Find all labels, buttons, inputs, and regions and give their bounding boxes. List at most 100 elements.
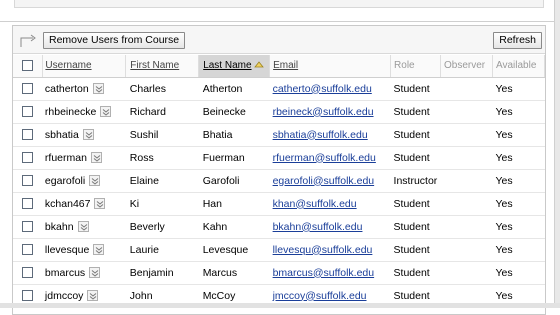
col-username[interactable]: Username	[42, 55, 127, 78]
col-first-name[interactable]: First Name	[125, 55, 200, 78]
last-name-cell: Atherton	[198, 77, 270, 101]
users-list-panel: Remove Users from Course Refresh Usernam…	[12, 25, 546, 315]
row-select-cell	[13, 192, 43, 216]
remove-users-button[interactable]: Remove Users from Course	[43, 32, 186, 49]
username-cell: catherton	[42, 77, 126, 101]
context-menu-icon[interactable]	[100, 106, 112, 118]
email-link[interactable]: egarofoli@suffolk.edu	[273, 175, 375, 187]
context-menu-icon[interactable]	[77, 221, 89, 233]
context-menu-icon[interactable]	[94, 198, 106, 210]
row-checkbox[interactable]	[22, 106, 34, 118]
observer-cell	[440, 261, 493, 285]
context-menu-icon[interactable]	[89, 267, 101, 279]
table-row: kchan467 Ki Han khan@suffolk.edu Student Yes	[13, 192, 545, 216]
username: bkahn	[44, 220, 74, 233]
email-link[interactable]: bmarcus@suffolk.edu	[273, 267, 375, 279]
col-last-name-label[interactable]: Last Name	[203, 60, 251, 71]
horizontal-scrollbar[interactable]	[0, 303, 560, 308]
col-observer: Observer	[440, 55, 493, 78]
email-link[interactable]: rfuerman@suffolk.edu	[273, 152, 376, 164]
row-checkbox[interactable]	[22, 198, 34, 210]
observer-cell	[440, 123, 493, 147]
sort-ascending-icon	[253, 60, 264, 71]
context-menu-icon[interactable]	[93, 244, 105, 256]
first-name-cell: Richard	[125, 100, 199, 124]
username-cell: bmarcus	[42, 261, 126, 285]
username-cell: rfuerman	[42, 146, 126, 170]
email-link[interactable]: rbeineck@suffolk.edu	[273, 106, 374, 118]
col-email[interactable]: Email	[269, 55, 392, 78]
username: llevesque	[44, 243, 90, 256]
available-cell: Yes	[492, 238, 545, 262]
row-select-cell	[13, 238, 43, 262]
context-menu-icon[interactable]	[82, 129, 94, 141]
observer-cell	[440, 146, 493, 170]
row-checkbox[interactable]	[22, 175, 34, 187]
row-select-cell	[13, 77, 43, 101]
table-row: bmarcus Benjamin Marcus bmarcus@suffolk.edu…	[13, 261, 545, 285]
email-link[interactable]: khan@suffolk.edu	[273, 198, 357, 210]
col-first-name-label[interactable]: First Name	[130, 60, 179, 71]
username-cell: bkahn	[42, 215, 126, 239]
row-select-cell	[13, 261, 43, 285]
last-name-cell: Marcus	[198, 261, 270, 285]
first-name-cell: Charles	[125, 77, 199, 101]
row-checkbox[interactable]	[22, 267, 34, 279]
context-menu-icon[interactable]	[90, 152, 102, 164]
email-link[interactable]: sbhatia@suffolk.edu	[273, 129, 368, 141]
username: jdmccoy	[44, 289, 84, 302]
role-cell: Student	[390, 77, 441, 101]
context-menu-icon[interactable]	[92, 83, 104, 95]
email-cell: llevesqu@suffolk.edu	[269, 238, 391, 262]
row-select-cell	[13, 215, 43, 239]
first-name-cell: Ross	[125, 146, 199, 170]
context-menu-icon[interactable]	[87, 290, 99, 302]
observer-cell	[440, 169, 493, 193]
role-cell: Instructor	[390, 169, 441, 193]
context-menu-icon[interactable]	[89, 175, 101, 187]
select-all-checkbox[interactable]	[22, 60, 34, 72]
first-name-cell: Benjamin	[125, 261, 199, 285]
first-name-cell: Beverly	[125, 215, 199, 239]
email-link[interactable]: bkahn@suffolk.edu	[273, 221, 363, 233]
email-cell: khan@suffolk.edu	[269, 192, 391, 216]
col-username-label[interactable]: Username	[45, 60, 91, 71]
username-cell: llevesque	[42, 238, 126, 262]
role-cell: Student	[390, 146, 441, 170]
last-name-cell: Beinecke	[198, 100, 270, 124]
col-last-name[interactable]: Last Name	[198, 55, 271, 78]
refresh-button[interactable]: Refresh	[493, 32, 542, 49]
email-cell: egarofoli@suffolk.edu	[269, 169, 391, 193]
email-link[interactable]: jmccoy@suffolk.edu	[273, 290, 367, 302]
available-cell: Yes	[492, 169, 545, 193]
username: egarofoli	[44, 174, 86, 187]
username-cell: kchan467	[42, 192, 126, 216]
table-row: egarofoli Elaine Garofoli egarofoli@suffolk…	[13, 169, 545, 193]
email-cell: rbeineck@suffolk.edu	[269, 100, 391, 124]
row-checkbox[interactable]	[22, 221, 34, 233]
email-cell: catherto@suffolk.edu	[269, 77, 391, 101]
row-checkbox[interactable]	[22, 152, 34, 164]
col-email-label[interactable]: Email	[273, 60, 298, 71]
row-checkbox[interactable]	[22, 129, 34, 141]
row-checkbox[interactable]	[22, 290, 34, 302]
email-link[interactable]: catherto@suffolk.edu	[273, 83, 372, 95]
role-cell: Student	[390, 123, 441, 147]
available-cell: Yes	[492, 215, 545, 239]
observer-cell	[440, 215, 493, 239]
username-cell: rhbeinecke	[42, 100, 126, 124]
email-cell: rfuerman@suffolk.edu	[269, 146, 391, 170]
row-checkbox[interactable]	[22, 244, 34, 256]
email-cell: bkahn@suffolk.edu	[269, 215, 391, 239]
row-checkbox[interactable]	[22, 83, 34, 95]
role-cell: Student	[390, 215, 441, 239]
table-row: catherton Charles Atherton catherto@suffolk…	[13, 77, 545, 101]
table-row: rfuerman Ross Fuerman rfuerman@suffolk.edu S…	[13, 146, 545, 170]
observer-cell	[440, 100, 493, 124]
last-name-cell: Bhatia	[198, 123, 270, 147]
email-link[interactable]: llevesqu@suffolk.edu	[273, 244, 373, 256]
observer-cell	[440, 77, 493, 101]
vertical-scrollbar[interactable]	[554, 0, 560, 308]
users-table: Username First Name Last Name Email Role…	[13, 55, 546, 308]
role-cell: Student	[390, 192, 441, 216]
